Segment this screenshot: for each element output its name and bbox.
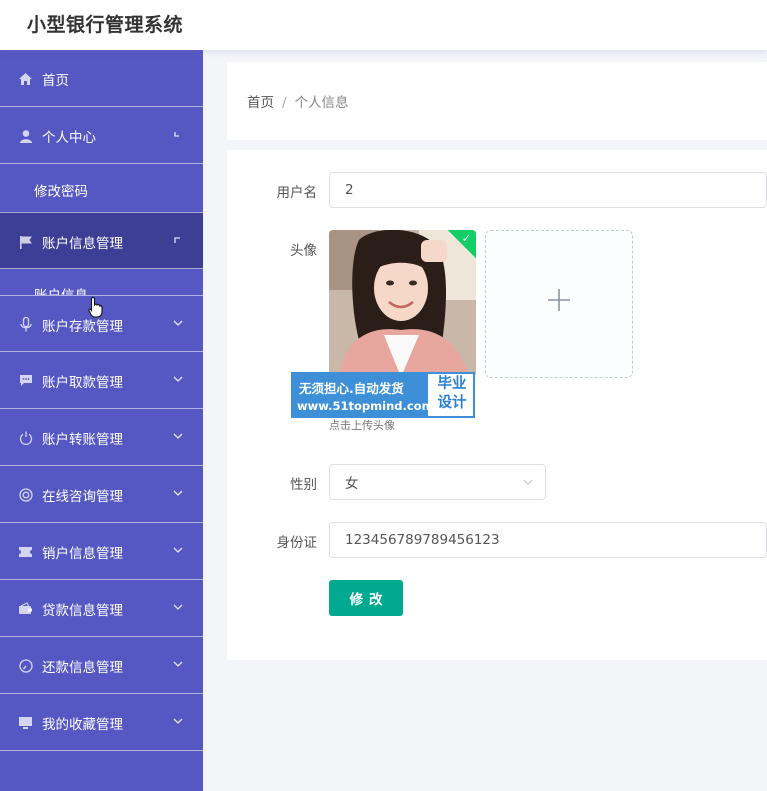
chevron-down-icon bbox=[172, 601, 184, 613]
sidebar-item-account-closure[interactable]: 销户信息管理 bbox=[0, 523, 203, 580]
gauge-icon bbox=[18, 658, 33, 673]
chevron-down-icon bbox=[172, 544, 184, 556]
watermark-line2: www.51topmind.com bbox=[297, 399, 434, 413]
watermark-right: 毕业 设计 bbox=[430, 375, 474, 413]
username-value: 2 bbox=[345, 182, 354, 198]
sidebar-item-withdrawal[interactable]: 账户取款管理 bbox=[0, 352, 203, 409]
power-icon bbox=[18, 430, 33, 445]
chevron-up-icon bbox=[172, 128, 184, 140]
avatar-upload-button[interactable] bbox=[485, 230, 633, 378]
check-icon: ✓ bbox=[461, 232, 471, 245]
sidebar-item-label: 还款信息管理 bbox=[42, 660, 123, 676]
profile-form: 用户名 2 头像 ✓ 无须担心.自动发货 www.51topmind.com 毕… bbox=[227, 150, 767, 660]
user-icon bbox=[18, 128, 33, 143]
sidebar-item-home[interactable]: 首页 bbox=[0, 50, 203, 107]
chevron-down-icon bbox=[523, 479, 533, 485]
idcard-value: 123456789789456123 bbox=[345, 532, 500, 548]
lifebuoy-icon bbox=[18, 487, 33, 502]
sidebar-item-label: 个人中心 bbox=[42, 130, 96, 146]
breadcrumb: 首页 / 个人信息 bbox=[247, 91, 349, 111]
breadcrumb-separator: / bbox=[282, 95, 287, 111]
sidebar-item-loan[interactable]: 贷款信息管理 bbox=[0, 580, 203, 637]
chevron-up-icon bbox=[172, 234, 184, 246]
chevron-down-icon bbox=[172, 487, 184, 499]
sidebar-item-favorites[interactable]: 我的收藏管理 bbox=[0, 694, 203, 751]
sidebar-item-account-info[interactable]: 账户信息管理 bbox=[0, 212, 203, 269]
sidebar-item-label: 账户信息 bbox=[34, 284, 88, 295]
watermark-right-top: 毕业 bbox=[437, 376, 467, 392]
breadcrumb-card: 首页 / 个人信息 bbox=[227, 62, 767, 140]
chevron-down-icon bbox=[172, 658, 184, 670]
chevron-down-icon bbox=[172, 373, 184, 385]
top-header: 小型银行管理系统 bbox=[0, 0, 767, 50]
watermark-right-bottom: 设计 bbox=[437, 395, 467, 411]
sidebar-subitem-change-password[interactable]: 修改密码 bbox=[0, 164, 203, 212]
sidebar-item-personal-center[interactable]: 个人中心 bbox=[0, 107, 203, 164]
gender-value: 女 bbox=[345, 476, 359, 492]
gender-label: 性别 bbox=[290, 477, 317, 493]
breadcrumb-home[interactable]: 首页 bbox=[247, 95, 274, 111]
ticket-icon bbox=[18, 544, 33, 559]
watermark-banner: 无须担心.自动发货 www.51topmind.com 毕业 设计 bbox=[291, 372, 475, 418]
flag-icon bbox=[18, 234, 33, 249]
sidebar-item-label: 在线咨询管理 bbox=[42, 489, 123, 505]
plus-icon bbox=[548, 289, 570, 311]
avatar-upload-hint: 点击上传头像 bbox=[329, 419, 395, 432]
microphone-icon bbox=[18, 317, 33, 332]
hand-cursor-icon bbox=[88, 296, 104, 318]
username-field[interactable]: 2 bbox=[329, 172, 767, 208]
submit-button[interactable]: 修改 bbox=[329, 580, 403, 616]
avatar-photo bbox=[329, 230, 476, 377]
sidebar-item-transfer[interactable]: 账户转账管理 bbox=[0, 409, 203, 466]
sidebar-item-repayment[interactable]: 还款信息管理 bbox=[0, 637, 203, 694]
gender-select[interactable]: 女 bbox=[329, 464, 546, 500]
sidebar-item-label: 贷款信息管理 bbox=[42, 603, 123, 619]
chevron-down-icon bbox=[172, 430, 184, 442]
watermark-line1: 无须担心.自动发货 bbox=[299, 381, 404, 396]
breadcrumb-current: 个人信息 bbox=[294, 95, 349, 111]
sidebar-item-label: 销户信息管理 bbox=[42, 546, 123, 562]
sidebar: 首页 个人中心 修改密码 账户信息管理 账户信息 账户存款管理 bbox=[0, 50, 203, 791]
chevron-down-icon bbox=[172, 715, 184, 727]
wallet-icon bbox=[18, 601, 33, 616]
sidebar-item-label: 账户取款管理 bbox=[42, 375, 123, 391]
monitor-icon bbox=[18, 715, 33, 730]
sidebar-subitem-account-info[interactable]: 账户信息 bbox=[0, 269, 203, 295]
chat-icon bbox=[18, 373, 33, 388]
avatar[interactable]: ✓ bbox=[329, 230, 476, 377]
sidebar-item-consultation[interactable]: 在线咨询管理 bbox=[0, 466, 203, 523]
sidebar-item-label: 账户转账管理 bbox=[42, 432, 123, 448]
sidebar-item-label: 我的收藏管理 bbox=[42, 717, 123, 733]
sidebar-item-label: 账户信息管理 bbox=[42, 236, 123, 252]
sidebar-item-label: 修改密码 bbox=[34, 184, 88, 200]
avatar-label: 头像 bbox=[290, 243, 317, 259]
chevron-down-icon bbox=[172, 317, 184, 329]
idcard-label: 身份证 bbox=[276, 535, 318, 551]
app-title: 小型银行管理系统 bbox=[27, 14, 184, 36]
sidebar-item-label: 账户存款管理 bbox=[42, 319, 123, 335]
idcard-field[interactable]: 123456789789456123 bbox=[329, 522, 767, 558]
username-label: 用户名 bbox=[276, 185, 318, 201]
watermark-left: 无须担心.自动发货 www.51topmind.com bbox=[293, 374, 434, 416]
home-icon bbox=[18, 71, 33, 86]
sidebar-item-label: 首页 bbox=[42, 73, 69, 89]
